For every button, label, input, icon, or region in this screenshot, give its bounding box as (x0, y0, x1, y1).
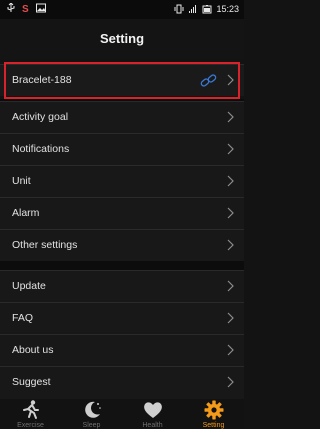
status-right-icons: 15:23 (174, 4, 239, 14)
signal-icon (189, 5, 197, 13)
app-s-icon: S (22, 4, 29, 13)
heart-icon (143, 402, 162, 418)
alarm-row[interactable]: Alarm (0, 197, 244, 229)
row-label: Alarm (12, 207, 40, 219)
chevron-right-icon (227, 207, 234, 219)
status-left-icons: S (6, 3, 46, 13)
chevron-right-icon (227, 111, 234, 123)
row-label: Notifications (12, 143, 70, 155)
status-bar: S 15:23 (0, 0, 244, 19)
image-notification-icon (36, 3, 46, 13)
tab-sleep[interactable]: Sleep (61, 399, 122, 429)
gear-icon (204, 400, 223, 420)
section-divider (0, 261, 244, 270)
activity-goal-row[interactable]: Activity goal (0, 101, 244, 133)
chevron-right-icon (227, 239, 234, 251)
chevron-right-icon (227, 143, 234, 155)
moon-icon (84, 401, 101, 418)
row-label: Update (12, 280, 46, 292)
chevron-right-icon (227, 376, 234, 388)
row-label: About us (12, 344, 54, 356)
suggest-row[interactable]: Suggest (0, 366, 244, 399)
usb-icon (7, 3, 15, 12)
unit-row[interactable]: Unit (0, 165, 244, 197)
faq-row[interactable]: FAQ (0, 302, 244, 334)
notifications-row[interactable]: Notifications (0, 133, 244, 165)
page-title: Setting (0, 19, 244, 59)
row-label: Activity goal (12, 111, 69, 123)
bottom-tab-bar: Exercise Sleep Health Setting (0, 399, 244, 429)
row-label: Suggest (12, 376, 51, 388)
status-time: 15:23 (216, 4, 239, 14)
tab-exercise[interactable]: Exercise (0, 399, 61, 429)
tab-health[interactable]: Health (122, 399, 183, 429)
row-label: FAQ (12, 312, 34, 324)
chevron-right-icon (227, 280, 234, 292)
tab-setting[interactable]: Setting (183, 399, 244, 429)
chevron-right-icon (227, 175, 234, 187)
runner-icon (22, 400, 39, 419)
about-us-row[interactable]: About us (0, 334, 244, 366)
update-row[interactable]: Update (0, 270, 244, 302)
chevron-right-icon (227, 344, 234, 356)
vibrate-icon (174, 4, 184, 14)
other-settings-row[interactable]: Other settings (0, 229, 244, 261)
row-label: Other settings (12, 239, 78, 251)
svg-text:S: S (22, 4, 29, 13)
battery-icon (202, 5, 212, 14)
device-highlight-box (4, 62, 240, 99)
chevron-right-icon (227, 312, 234, 324)
row-label: Unit (12, 175, 31, 187)
